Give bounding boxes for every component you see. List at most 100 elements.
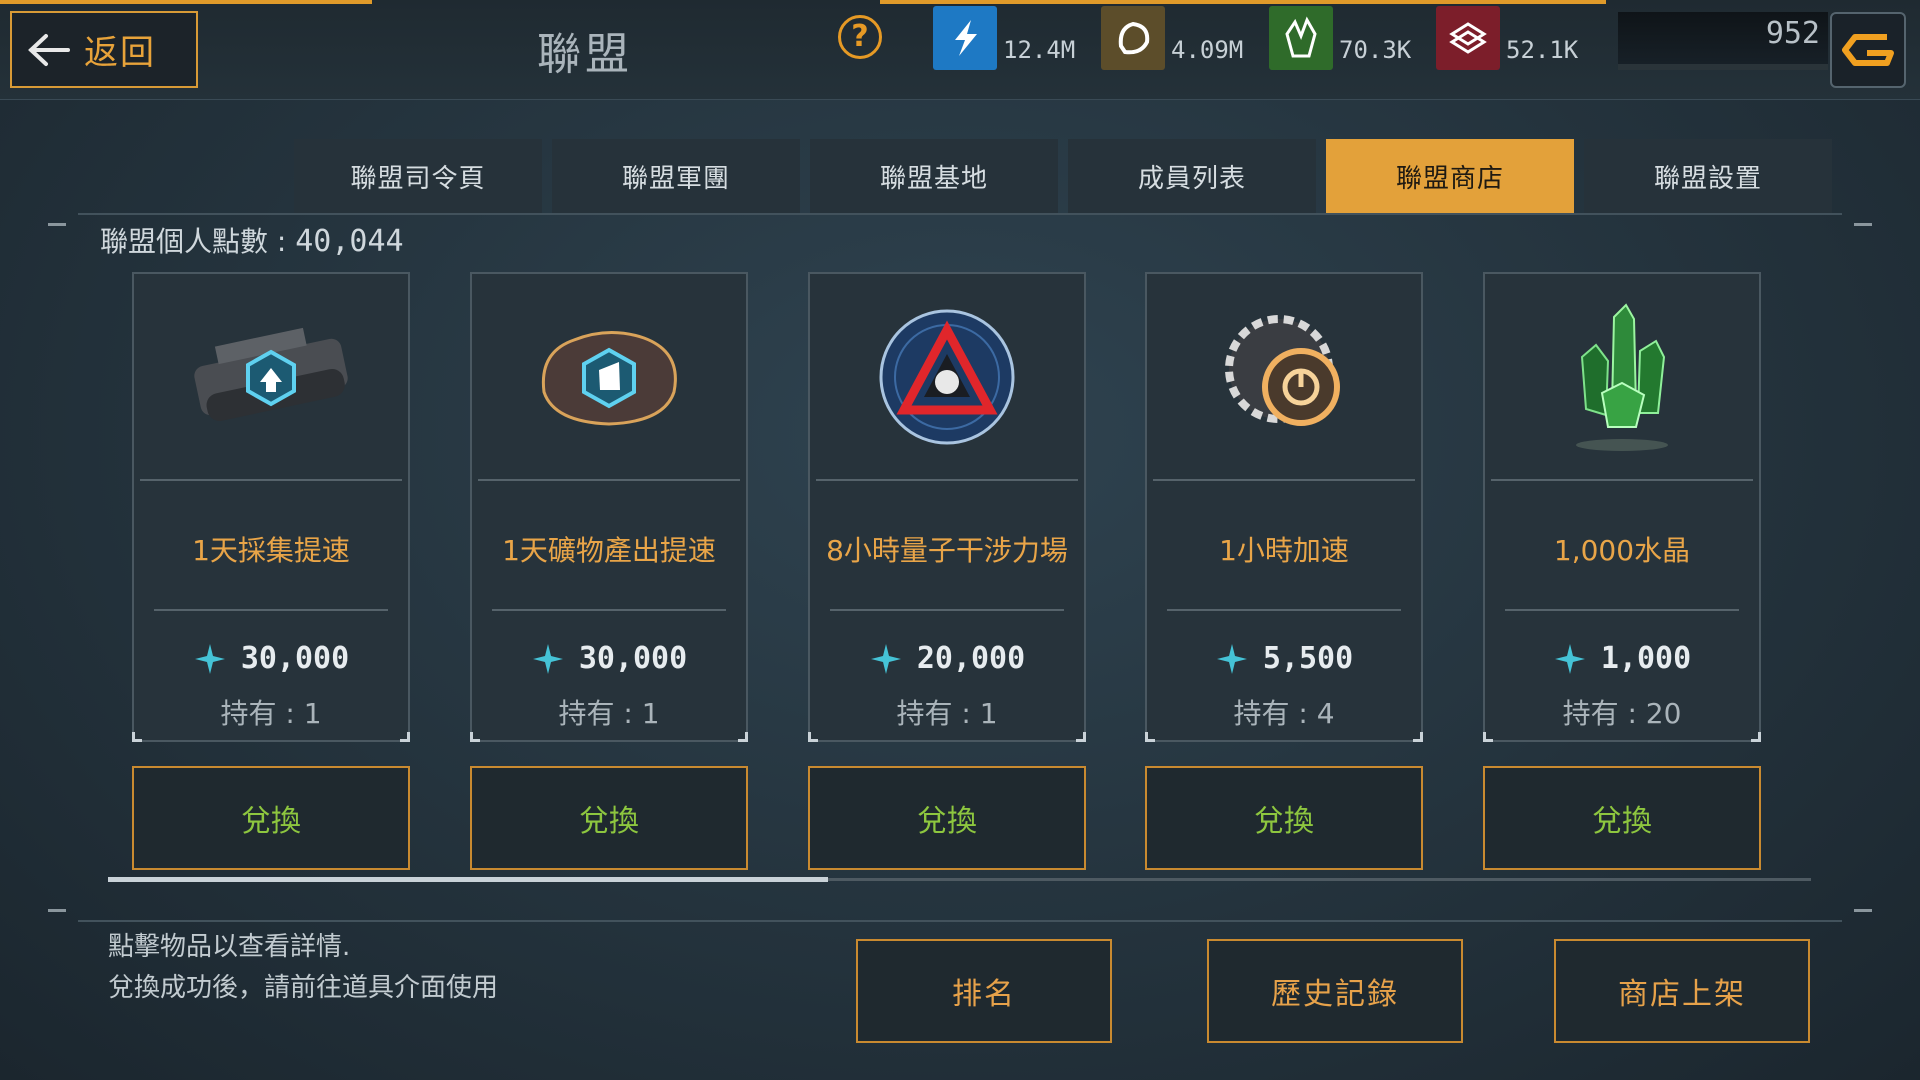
price-value: 30,000 <box>578 641 688 676</box>
card-corner <box>1751 732 1761 742</box>
item-price: 20,000 <box>810 641 1084 676</box>
frame-tick <box>48 223 66 226</box>
alliance-point-icon <box>1216 643 1247 674</box>
card-divider <box>1491 479 1753 481</box>
page-title: 聯盟 <box>537 29 633 80</box>
tab-settings[interactable]: 聯盟設置 <box>1584 139 1832 213</box>
ranking-button[interactable]: 排名 <box>856 939 1112 1043</box>
item-price: 5,500 <box>1147 641 1421 676</box>
green-crystal-icon <box>1485 274 1759 479</box>
tab-command[interactable]: 聯盟司令頁 <box>294 139 542 213</box>
card-corner <box>400 732 410 742</box>
points-value: 40,044 <box>295 224 404 259</box>
item-price: 30,000 <box>134 641 408 676</box>
mineral-boost-icon <box>472 274 746 479</box>
item-owned: 持有 : 4 <box>1233 697 1335 730</box>
card-corner <box>808 732 818 742</box>
item-price: 30,000 <box>472 641 746 676</box>
card-divider <box>830 609 1064 611</box>
item-owned: 持有 : 20 <box>1562 697 1682 730</box>
item-name: 8小時量子干涉力場 <box>826 534 1068 567</box>
shop-item-card[interactable]: 1小時加速 5,500 持有 : 4 <box>1145 272 1423 742</box>
tab-legion[interactable]: 聯盟軍團 <box>552 139 800 213</box>
resource-ore[interactable]: 4.09M <box>1101 4 1243 70</box>
redeem-button[interactable]: 兌換 <box>808 766 1086 870</box>
card-divider <box>478 479 740 481</box>
redeem-button[interactable]: 兌換 <box>470 766 748 870</box>
redeem-button[interactable]: 兌換 <box>132 766 410 870</box>
divider <box>78 920 1842 922</box>
scrollbar-thumb[interactable] <box>108 877 828 882</box>
tab-base[interactable]: 聯盟基地 <box>810 139 1058 213</box>
frame-tick <box>1854 909 1872 912</box>
card-divider <box>1167 609 1401 611</box>
card-corner <box>470 732 480 742</box>
tip-line: 兌換成功後，請前往道具介面使用 <box>108 973 499 1003</box>
item-name: 1天礦物產出提速 <box>502 534 716 567</box>
card-corner <box>738 732 748 742</box>
alliance-point-icon <box>532 643 563 674</box>
gather-speedup-icon <box>134 274 408 479</box>
resource-value: 52.1K <box>1506 36 1579 64</box>
speedup-gear-icon <box>1147 274 1421 479</box>
ore-icon <box>1101 6 1165 70</box>
alliance-points: 聯盟個人點數 : 40,044 <box>100 220 404 260</box>
points-label: 聯盟個人點數 : <box>100 225 296 258</box>
card-divider <box>1153 479 1415 481</box>
energy-icon <box>933 6 997 70</box>
card-corner <box>132 732 142 742</box>
price-value: 5,500 <box>1262 641 1354 676</box>
card-corner <box>1076 732 1086 742</box>
alliance-point-icon <box>1554 643 1585 674</box>
price-value: 1,000 <box>1600 641 1692 676</box>
shop-item-card[interactable]: 1天採集提速 30,000 持有 : 1 <box>132 272 410 742</box>
resource-value: 70.3K <box>1339 36 1412 64</box>
tab-bar: 聯盟司令頁 聯盟軍團 聯盟基地 成員列表 聯盟商店 聯盟設置 <box>294 139 1832 213</box>
resource-energy[interactable]: 12.4M <box>933 4 1075 70</box>
card-divider <box>1505 609 1739 611</box>
resource-value: 4.09M <box>1171 36 1244 64</box>
card-divider <box>140 479 402 481</box>
tab-members[interactable]: 成員列表 <box>1068 139 1316 213</box>
redeem-button[interactable]: 兌換 <box>1483 766 1761 870</box>
shop-item-card[interactable]: 1天礦物產出提速 30,000 持有 : 1 <box>470 272 748 742</box>
card-corner <box>1483 732 1493 742</box>
shop-listing-button[interactable]: 商店上架 <box>1554 939 1810 1043</box>
card-corner <box>1413 732 1423 742</box>
top-bar: 返回 聯盟 ? 12.4M 4.09M 70.3K 52.1K 952 <box>0 0 1920 100</box>
arrow-left-icon <box>28 33 70 66</box>
quantum-shield-icon <box>810 274 1084 479</box>
tab-shop[interactable]: 聯盟商店 <box>1326 139 1574 213</box>
item-owned: 持有 : 1 <box>896 697 998 730</box>
crystal-icon <box>1269 6 1333 70</box>
resource-alloy[interactable]: 52.1K <box>1436 4 1578 70</box>
question-icon[interactable]: ? <box>838 15 882 59</box>
g-logo-icon[interactable] <box>1830 12 1906 88</box>
redeem-button[interactable]: 兌換 <box>1145 766 1423 870</box>
resource-value: 12.4M <box>1003 36 1076 64</box>
price-value: 20,000 <box>916 641 1026 676</box>
divider <box>78 213 1842 215</box>
item-name: 1小時加速 <box>1219 534 1349 567</box>
item-name: 1,000水晶 <box>1553 534 1691 567</box>
back-button[interactable]: 返回 <box>10 11 198 88</box>
frame-tick <box>1854 223 1872 226</box>
item-owned: 持有 : 1 <box>558 697 660 730</box>
back-label: 返回 <box>84 33 156 73</box>
resource-crystal[interactable]: 70.3K <box>1269 4 1411 70</box>
history-button[interactable]: 歷史記錄 <box>1207 939 1463 1043</box>
tip-line: 點擊物品以查看詳情. <box>108 932 351 962</box>
alliance-point-icon <box>870 643 901 674</box>
item-owned: 持有 : 1 <box>220 697 322 730</box>
top-accent-left <box>0 0 372 4</box>
card-corner <box>1145 732 1155 742</box>
shop-item-card[interactable]: 8小時量子干涉力場 20,000 持有 : 1 <box>808 272 1086 742</box>
price-value: 30,000 <box>240 641 350 676</box>
shop-item-card[interactable]: 1,000水晶 1,000 持有 : 20 <box>1483 272 1761 742</box>
alloy-icon <box>1436 6 1500 70</box>
energy-value: 952 <box>1765 16 1820 51</box>
card-divider <box>154 609 388 611</box>
card-divider <box>816 479 1078 481</box>
frame-tick <box>48 909 66 912</box>
energy-counter: 952 <box>1618 12 1828 70</box>
